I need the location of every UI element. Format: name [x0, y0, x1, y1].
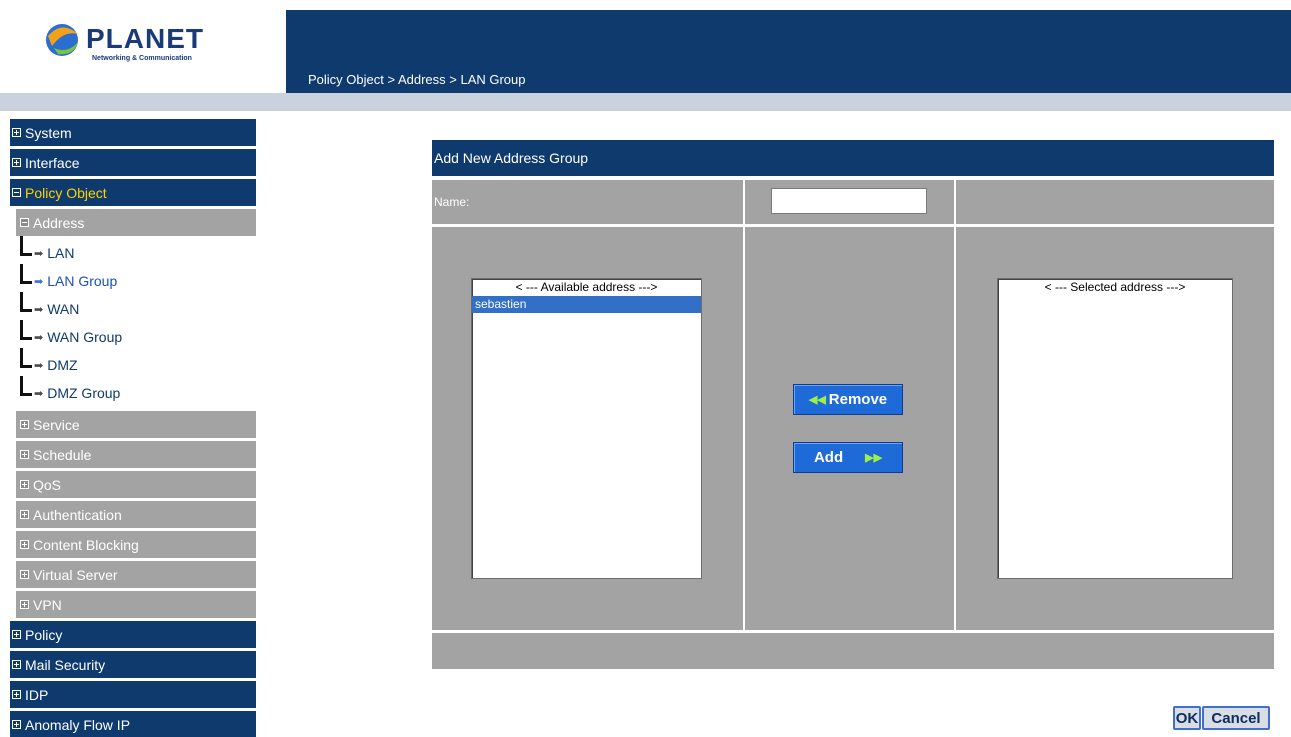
- expand-icon: [12, 660, 21, 669]
- tree-item-wan[interactable]: ➡ WAN: [10, 292, 256, 323]
- sidebar-item-label: Policy Object: [25, 184, 107, 201]
- list-header: < --- Available address --->: [515, 280, 658, 294]
- sidebar-item-label: Interface: [25, 154, 80, 171]
- sidebar-item-label: Mail Security: [25, 656, 106, 673]
- sidebar-item-mail-security[interactable]: Mail Security: [10, 651, 256, 678]
- sidebar-item-policy-object[interactable]: Policy Object: [10, 179, 256, 206]
- expand-icon: [12, 158, 21, 167]
- sidebar-item-interface[interactable]: Interface: [10, 149, 256, 176]
- ok-button-label: OK: [1175, 709, 1199, 727]
- tree-item-wan-group[interactable]: ➡ WAN Group: [10, 320, 256, 351]
- expand-icon: [20, 570, 29, 579]
- list-item[interactable]: sebastien: [472, 296, 701, 313]
- sidebar-item-anomaly-flow-ip[interactable]: Anomaly Flow IP: [10, 711, 256, 737]
- name-empty-cell: [956, 180, 1274, 224]
- sidebar-item-authentication[interactable]: Authentication: [16, 501, 256, 528]
- tree-item-label: DMZ Group: [47, 385, 121, 401]
- sidebar-item-label: VPN: [33, 596, 62, 613]
- action-cell: [745, 227, 954, 630]
- sidebar-item-service[interactable]: Service: [16, 411, 256, 438]
- expand-icon: [12, 690, 21, 699]
- double-arrow-left-icon: ◀◀: [808, 394, 826, 406]
- available-address-list[interactable]: < --- Available address ---> sebastien: [471, 278, 702, 579]
- double-arrow-right-icon: ▶▶: [865, 452, 883, 464]
- sidebar-item-label: IDP: [25, 686, 49, 703]
- sidebar: System Interface Policy Object Address ➡…: [10, 119, 256, 737]
- tree-connector: [20, 376, 32, 396]
- tree-connector: [20, 320, 32, 340]
- expand-icon: [20, 510, 29, 519]
- tree-item-label: WAN: [47, 301, 80, 317]
- form-title: Add New Address Group: [432, 140, 1274, 176]
- sidebar-item-system[interactable]: System: [10, 119, 256, 146]
- sidebar-item-label: Content Blocking: [33, 536, 139, 553]
- header-strip: [0, 93, 1291, 111]
- tree-connector: [20, 348, 32, 368]
- breadcrumb: Policy Object > Address > LAN Group: [308, 72, 526, 87]
- expand-icon: [20, 540, 29, 549]
- sidebar-item-label: Service: [33, 416, 80, 433]
- ok-button[interactable]: OK: [1173, 706, 1201, 730]
- form-footer-row: [432, 633, 1274, 669]
- sidebar-item-label: System: [25, 124, 72, 141]
- name-input[interactable]: [771, 188, 927, 214]
- logo-area: PLANET Networking & Communication: [0, 0, 286, 90]
- arrow-right-icon: ➡: [34, 331, 44, 344]
- svg-text:Networking & Communication: Networking & Communication: [92, 55, 192, 62]
- tree-item-label: LAN: [47, 245, 75, 261]
- sidebar-item-schedule[interactable]: Schedule: [16, 441, 256, 468]
- expand-icon: [20, 600, 29, 609]
- tree-item-lan[interactable]: ➡ LAN: [10, 236, 256, 267]
- tree-item-label: WAN Group: [47, 329, 123, 345]
- arrow-right-icon: ➡: [34, 303, 44, 316]
- tree-connector: [20, 236, 32, 256]
- remove-button-label: Remove: [828, 391, 888, 408]
- sidebar-item-label: QoS: [33, 476, 62, 493]
- sidebar-item-content-blocking[interactable]: Content Blocking: [16, 531, 256, 558]
- sidebar-item-label: Authentication: [33, 506, 122, 523]
- sidebar-item-label: Address: [33, 214, 85, 231]
- expand-icon: [12, 128, 21, 137]
- add-button[interactable]: Add ▶▶: [793, 442, 903, 473]
- sidebar-item-vpn[interactable]: VPN: [16, 591, 256, 618]
- sidebar-item-address[interactable]: Address: [16, 209, 256, 236]
- svg-text:PLANET: PLANET: [86, 23, 204, 54]
- tree-connector: [20, 292, 32, 312]
- sidebar-item-label: Anomaly Flow IP: [25, 716, 131, 733]
- tree-item-label: LAN Group: [47, 273, 118, 289]
- selected-address-list[interactable]: < --- Selected address --->: [997, 278, 1233, 579]
- sidebar-item-label: Virtual Server: [33, 566, 118, 583]
- cancel-button[interactable]: Cancel: [1202, 706, 1270, 730]
- add-button-label: Add: [813, 449, 844, 466]
- arrow-right-icon: ➡: [34, 275, 44, 288]
- arrow-right-icon: ➡: [34, 247, 44, 260]
- sidebar-item-policy[interactable]: Policy: [10, 621, 256, 648]
- tree-item-dmz-group[interactable]: ➡ DMZ Group: [10, 376, 256, 407]
- tree-connector: [20, 264, 32, 284]
- expand-icon: [20, 480, 29, 489]
- sidebar-item-qos[interactable]: QoS: [16, 471, 256, 498]
- cancel-button-label: Cancel: [1211, 709, 1261, 727]
- header-bar: Policy Object > Address > LAN Group: [286, 10, 1291, 93]
- remove-button[interactable]: ◀◀ Remove: [793, 384, 903, 415]
- expand-icon: [12, 630, 21, 639]
- planet-logo: PLANET Networking & Communication: [44, 18, 244, 68]
- sidebar-item-idp[interactable]: IDP: [10, 681, 256, 708]
- expand-icon: [20, 420, 29, 429]
- tree-item-lan-group[interactable]: ➡ LAN Group: [10, 264, 256, 295]
- list-header: < --- Selected address --->: [1044, 280, 1186, 294]
- expand-icon: [20, 450, 29, 459]
- tree-item-dmz[interactable]: ➡ DMZ: [10, 348, 256, 379]
- tree-item-label: DMZ: [47, 357, 78, 373]
- collapse-icon: [20, 218, 29, 227]
- arrow-right-icon: ➡: [34, 387, 44, 400]
- sidebar-item-label: Schedule: [33, 446, 92, 463]
- name-label: Name:: [432, 180, 743, 224]
- collapse-icon: [12, 188, 21, 197]
- sidebar-item-label: Policy: [25, 626, 63, 643]
- sidebar-item-virtual-server[interactable]: Virtual Server: [16, 561, 256, 588]
- expand-icon: [12, 720, 21, 729]
- arrow-right-icon: ➡: [34, 359, 44, 372]
